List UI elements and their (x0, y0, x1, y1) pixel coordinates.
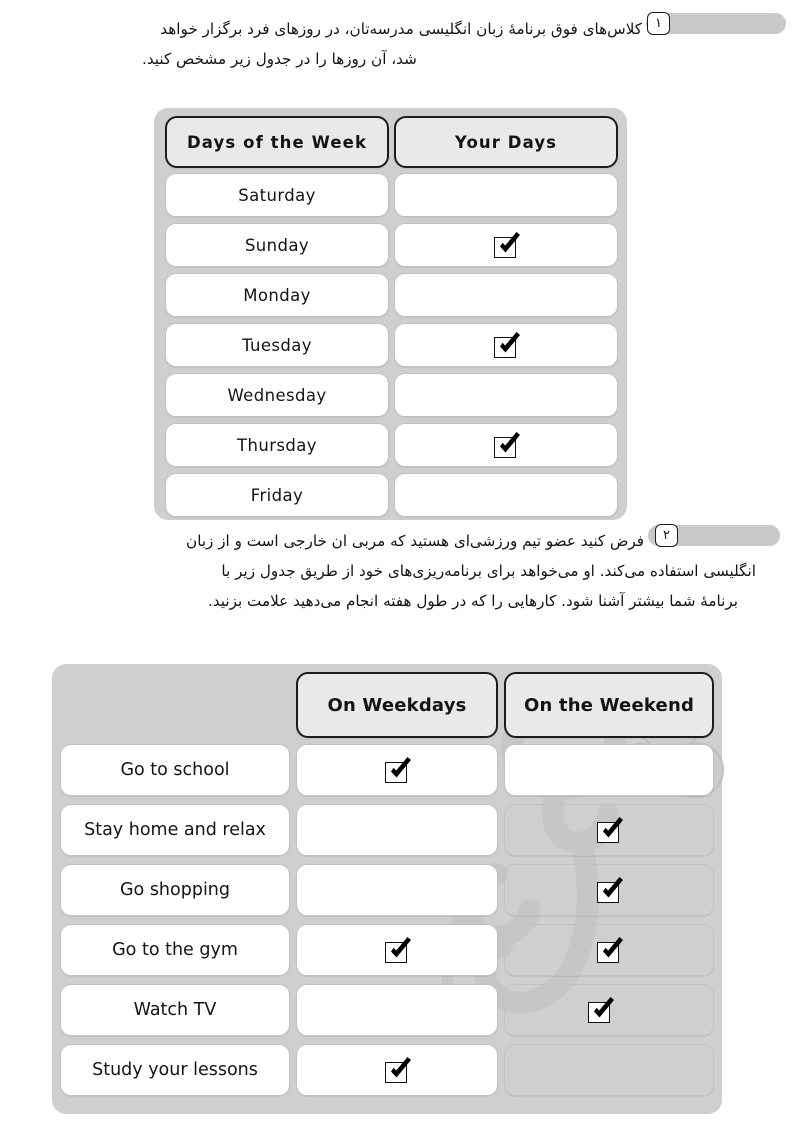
table2-weekdays-cell[interactable] (296, 804, 498, 856)
table1-day-label: Sunday (244, 235, 310, 255)
checkmark-icon[interactable] (385, 757, 411, 783)
table1-check-cell[interactable] (394, 373, 618, 417)
table2-activity-label: Study your lessons (92, 1060, 258, 1080)
table2-weekdays-cell[interactable] (296, 984, 498, 1036)
table2-activity-label: Go to school (120, 760, 230, 780)
table1-check-cell[interactable] (394, 473, 618, 517)
table2-header-weekend-label: On the Weekend (523, 694, 695, 716)
table1-header-days-label: Days of the Week (186, 132, 368, 152)
table1-check-cell[interactable] (394, 223, 618, 267)
exercise-2-line-3: برنامهٔ شما بیشتر آشنا شود. کارهایی را ک… (207, 592, 738, 610)
checkmark-icon[interactable] (494, 332, 520, 358)
table2-activity-label: Watch TV (133, 1000, 217, 1020)
exercise-2-number: ۲ (655, 524, 678, 547)
checkmark-icon[interactable] (597, 817, 623, 843)
table2-activity-cell: Stay home and relax (60, 804, 290, 856)
exercise-1-number: ۱ (647, 12, 670, 35)
weekly-activities-table: On Weekdays On the Weekend Go to school … (52, 664, 724, 1114)
table2-weekdays-cell[interactable] (296, 1044, 498, 1096)
table1-day-label: Thursday (237, 435, 317, 455)
table1-check-cell[interactable] (394, 423, 618, 467)
table2-activity-cell: Watch TV (60, 984, 290, 1036)
table1-check-cell[interactable] (394, 273, 618, 317)
checkmark-icon[interactable] (385, 1057, 411, 1083)
checkmark-icon[interactable] (597, 937, 623, 963)
table2-activity-cell: Go to the gym (60, 924, 290, 976)
table1-day-cell: Tuesday (165, 323, 389, 367)
table2-weekend-cell[interactable] (504, 1044, 714, 1096)
table2-weekdays-cell[interactable] (296, 744, 498, 796)
table1-day-label: Friday (250, 485, 304, 505)
table1-header-your-days-label: Your Days (454, 132, 558, 152)
table2-header-weekdays: On Weekdays (296, 672, 498, 738)
exercise-2-line-2: انگلیسی استفاده می‌کند. او می‌خواهد برای… (221, 562, 756, 580)
table1-day-cell: Friday (165, 473, 389, 517)
checkmark-icon[interactable] (494, 232, 520, 258)
checkmark-icon[interactable] (385, 937, 411, 963)
table1-day-cell: Thursday (165, 423, 389, 467)
table2-weekend-cell[interactable] (504, 744, 714, 796)
table2-activity-cell: Go shopping (60, 864, 290, 916)
table2-activity-cell: Go to school (60, 744, 290, 796)
table1-day-label: Saturday (238, 185, 316, 205)
table1-day-cell: Wednesday (165, 373, 389, 417)
table1-day-label: Wednesday (227, 385, 327, 405)
table1-header-your-days: Your Days (394, 116, 618, 168)
table2-weekdays-cell[interactable] (296, 864, 498, 916)
table1-day-cell: Monday (165, 273, 389, 317)
exercise-1-line-2: شد، آن روزها را در جدول زیر مشخص کنید. (142, 50, 417, 68)
table2-weekend-cell[interactable] (504, 864, 714, 916)
exercise-2-line-1: فرض کنید عضو تیم ورزشی‌ای هستید که مربی … (186, 532, 644, 550)
checkmark-icon[interactable] (588, 997, 614, 1023)
table1-day-cell: Sunday (165, 223, 389, 267)
table2-activity-label: Go shopping (119, 880, 231, 900)
exercise-1-line-1: کلاس‌های فوق برنامهٔ زبان انگلیسی مدرسه‌… (160, 20, 642, 38)
checkmark-icon[interactable] (494, 432, 520, 458)
checkmark-icon[interactable] (597, 877, 623, 903)
table1-day-label: Monday (243, 285, 311, 305)
table2-activity-label: Go to the gym (112, 940, 238, 960)
table2-weekend-cell[interactable] (504, 984, 714, 1036)
table2-activity-label: Stay home and relax (84, 820, 266, 840)
table2-activity-cell: Study your lessons (60, 1044, 290, 1096)
table1-day-cell: Saturday (165, 173, 389, 217)
table2-header-weekdays-label: On Weekdays (327, 694, 467, 716)
table1-check-cell[interactable] (394, 173, 618, 217)
table2-weekdays-cell[interactable] (296, 924, 498, 976)
days-of-week-table: Days of the Week Your Days Saturday Sund… (154, 108, 627, 520)
table2-weekend-cell[interactable] (504, 924, 714, 976)
table2-header-weekend: On the Weekend (504, 672, 714, 738)
table1-check-cell[interactable] (394, 323, 618, 367)
table2-weekend-cell[interactable] (504, 804, 714, 856)
table1-day-label: Tuesday (242, 335, 312, 355)
table1-header-days: Days of the Week (165, 116, 389, 168)
